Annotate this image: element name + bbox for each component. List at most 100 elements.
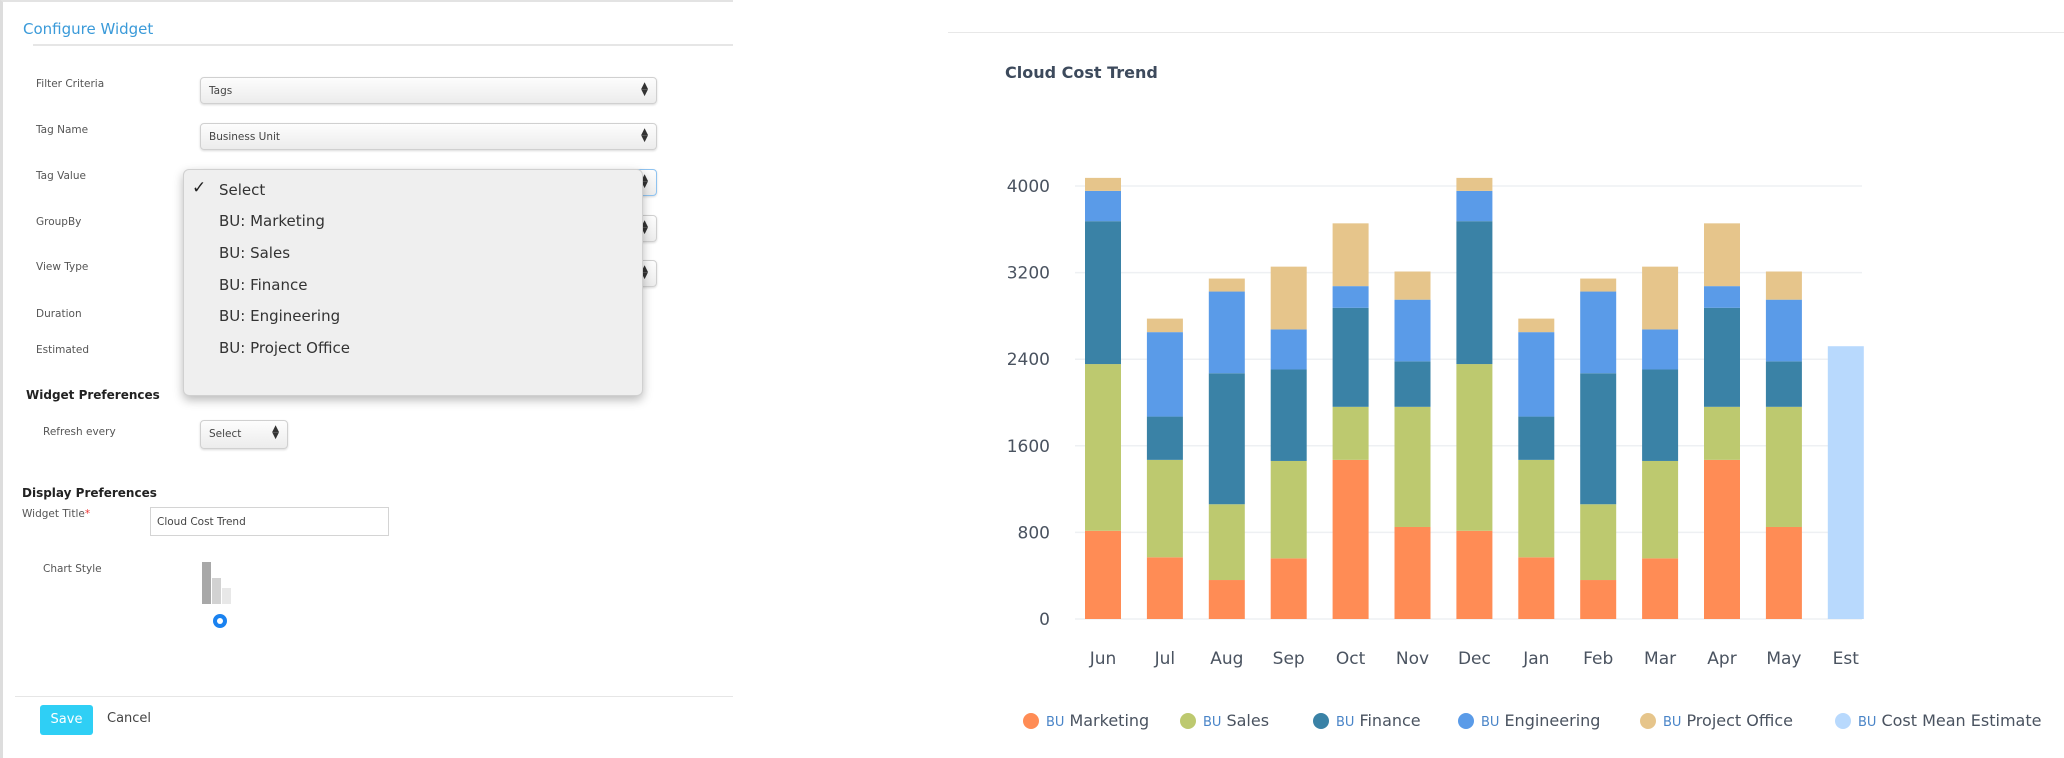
bar-segment-finance <box>1518 416 1555 460</box>
bar-segment-sales <box>1085 364 1121 531</box>
bar-segment-project-office <box>1332 223 1369 287</box>
legend-dot-icon <box>1640 713 1656 729</box>
legend-prefix: BU <box>1858 715 1877 730</box>
bar-segment-engineering <box>1208 291 1245 374</box>
bar-segment-finance <box>1765 361 1802 407</box>
bar-segment-finance <box>1642 369 1679 461</box>
y-tick-label: 3200 <box>1007 264 1050 284</box>
bar-segment-finance <box>1085 221 1121 365</box>
bar-segment-sales <box>1765 406 1802 527</box>
legend-item[interactable]: BU Engineering <box>1458 711 1600 730</box>
legend-prefix: BU <box>1203 715 1222 730</box>
x-tick-label: May <box>1766 649 1801 669</box>
y-tick-label: 1600 <box>1007 437 1050 457</box>
x-tick-label: Mar <box>1644 649 1676 669</box>
legend-dot-icon <box>1835 713 1851 729</box>
bar-segment-sales <box>1704 406 1740 460</box>
bar-segment-engineering <box>1456 190 1493 222</box>
legend-item[interactable]: BU Cost Mean Estimate <box>1835 711 2041 730</box>
x-tick-label: Dec <box>1458 649 1491 669</box>
legend-item[interactable]: BU Sales <box>1180 711 1269 730</box>
bar-segment-project-office <box>1146 318 1183 333</box>
bar-segment-project-office <box>1270 266 1307 330</box>
x-tick-label: Apr <box>1707 649 1736 669</box>
legend-label: Project Office <box>1686 711 1793 730</box>
x-tick-label: Feb <box>1583 649 1613 669</box>
bar-segment-sales <box>1394 406 1431 527</box>
y-tick-label: 800 <box>1018 523 1050 543</box>
bar-segment-marketing <box>1270 558 1307 619</box>
bar-segment-finance <box>1456 221 1493 365</box>
x-tick-label: Nov <box>1396 649 1429 669</box>
bar-segment-marketing <box>1146 557 1183 619</box>
bar-segment-engineering <box>1394 299 1431 362</box>
bar-segment-project-office <box>1456 177 1493 191</box>
bar-segment-engineering <box>1704 286 1740 308</box>
bar-segment-project-office <box>1394 271 1431 300</box>
bar-segment-marketing <box>1704 459 1740 619</box>
bar-segment-finance <box>1394 361 1431 407</box>
y-tick-label: 0 <box>1039 610 1050 630</box>
bar-segment-marketing <box>1394 526 1431 619</box>
legend-prefix: BU <box>1663 715 1682 730</box>
bar-segment-project-office <box>1580 278 1617 292</box>
bar-segment-sales <box>1642 460 1679 559</box>
bar-segment-marketing <box>1332 459 1369 619</box>
bar-segment-marketing <box>1765 526 1802 619</box>
legend-dot-icon <box>1458 713 1474 729</box>
legend-prefix: BU <box>1046 715 1065 730</box>
bar-segment-project-office <box>1642 266 1679 330</box>
bar-segment-sales <box>1146 459 1183 558</box>
bar-segment-engineering <box>1085 190 1121 222</box>
bar-segment-marketing <box>1580 580 1617 619</box>
bar-segment-marketing <box>1208 580 1245 619</box>
stacked-bar-chart: 0 800 1600 2400 3200 4000 Jun Jul Aug Sep Oct Nov De… <box>1007 177 1864 669</box>
bar-segment-project-office <box>1208 278 1245 292</box>
bar-segment-engineering <box>1332 286 1369 308</box>
bar-segment-finance <box>1146 416 1183 460</box>
legend-prefix: BU <box>1481 715 1500 730</box>
bar-segment-project-office <box>1518 318 1555 333</box>
x-tick-label: Jul <box>1154 649 1176 669</box>
bar-segment-sales <box>1332 406 1369 460</box>
bar-segment-engineering <box>1270 329 1307 370</box>
bar-segment-marketing <box>1642 558 1679 619</box>
bar-segment-marketing <box>1518 557 1555 619</box>
legend-item[interactable]: BU Marketing <box>1023 711 1149 730</box>
y-tick-label: 4000 <box>1007 177 1050 197</box>
legend-item[interactable]: BU Project Office <box>1640 711 1793 730</box>
bar-segment-finance <box>1704 307 1740 407</box>
legend-dot-icon <box>1180 713 1196 729</box>
bar-segment-project-office <box>1765 271 1802 300</box>
bar-segment-sales <box>1518 459 1555 558</box>
legend-label: Engineering <box>1504 711 1601 730</box>
x-tick-label: Jan <box>1522 649 1549 669</box>
x-tick-label: Est <box>1833 649 1860 669</box>
bar-segment-engineering <box>1518 332 1555 417</box>
legend-item[interactable]: BU Finance <box>1313 711 1421 730</box>
x-tick-label: Aug <box>1210 649 1243 669</box>
bar-segment-sales <box>1270 460 1307 559</box>
bar-segment-engineering <box>1580 291 1617 374</box>
bar-segment-sales <box>1456 364 1493 531</box>
bar-segment-engineering <box>1146 332 1183 417</box>
legend-label: Finance <box>1359 711 1421 730</box>
bar-segment-marketing <box>1456 530 1493 619</box>
bar-segment-project-office <box>1704 223 1740 287</box>
bar-segment-finance <box>1580 373 1617 505</box>
x-tick-label: Oct <box>1336 649 1366 669</box>
legend-dot-icon <box>1023 713 1039 729</box>
bar-segment-finance <box>1208 373 1245 505</box>
x-tick-label: Jun <box>1089 649 1117 669</box>
bar-segment-finance <box>1332 307 1369 407</box>
bar-segment-sales <box>1208 504 1245 581</box>
bar-segment-cost-mean-estimate <box>1827 346 1864 619</box>
bar-segment-engineering <box>1642 329 1679 370</box>
y-tick-label: 2400 <box>1007 350 1050 370</box>
bar-segment-marketing <box>1085 530 1121 619</box>
bar-segment-project-office <box>1085 177 1121 191</box>
legend-dot-icon <box>1313 713 1329 729</box>
bar-segment-sales <box>1580 504 1617 581</box>
bar-segment-finance <box>1270 369 1307 461</box>
bar-segment-engineering <box>1765 299 1802 362</box>
